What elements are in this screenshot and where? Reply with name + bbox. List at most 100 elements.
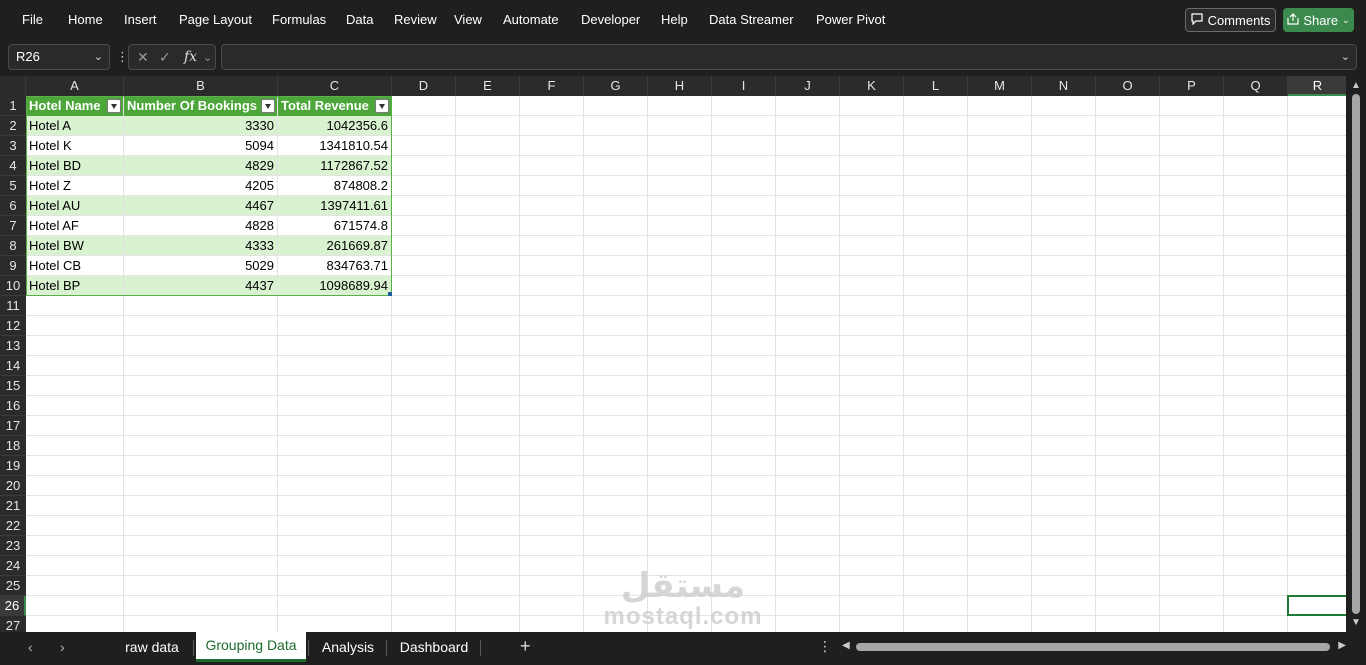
table-cell-hotel-name[interactable]: Hotel AU: [26, 196, 123, 215]
row-header-26[interactable]: 26: [0, 596, 26, 616]
menu-page-layout[interactable]: Page Layout: [179, 12, 252, 27]
sheet-tab-raw-data[interactable]: raw data: [112, 632, 192, 662]
row-header-4[interactable]: 4: [0, 156, 26, 176]
vertical-scrollbar[interactable]: ▲ ▼: [1346, 76, 1366, 632]
menu-automate[interactable]: Automate: [503, 12, 559, 27]
row-header-13[interactable]: 13: [0, 336, 26, 356]
table-cell-number-of-bookings[interactable]: 4437: [124, 276, 277, 295]
table-cell-number-of-bookings[interactable]: 4829: [124, 156, 277, 175]
column-header-n[interactable]: N: [1032, 76, 1096, 96]
menu-file[interactable]: File: [22, 12, 43, 27]
row-header-2[interactable]: 2: [0, 116, 26, 136]
cancel-icon[interactable]: ✕: [137, 49, 149, 66]
active-cell-selection[interactable]: [1287, 595, 1346, 616]
row-header-12[interactable]: 12: [0, 316, 26, 336]
column-header-r[interactable]: R: [1288, 76, 1346, 96]
table-cell-hotel-name[interactable]: Hotel Z: [26, 176, 123, 195]
column-header-o[interactable]: O: [1096, 76, 1160, 96]
menu-review[interactable]: Review: [394, 12, 437, 27]
column-header-h[interactable]: H: [648, 76, 712, 96]
table-cell-number-of-bookings[interactable]: 5094: [124, 136, 277, 155]
table-cell-total-revenue[interactable]: 1042356.6: [278, 116, 391, 135]
sheet-tab-grouping-data[interactable]: Grouping Data: [196, 632, 306, 662]
check-icon[interactable]: ✓: [159, 49, 171, 66]
menu-data-streamer[interactable]: Data Streamer: [709, 12, 794, 27]
insert-function-icon[interactable]: fx: [184, 49, 197, 65]
row-header-22[interactable]: 22: [0, 516, 26, 536]
table-cell-hotel-name[interactable]: Hotel BW: [26, 236, 123, 255]
row-header-7[interactable]: 7: [0, 216, 26, 236]
prev-sheet-icon[interactable]: ‹: [28, 639, 33, 655]
table-cell-hotel-name[interactable]: Hotel BP: [26, 276, 123, 295]
table-cell-total-revenue[interactable]: 874808.2: [278, 176, 391, 195]
horizontal-scroll-thumb[interactable]: [856, 643, 1330, 651]
chevron-down-icon[interactable]: ⌄: [203, 51, 212, 64]
row-header-19[interactable]: 19: [0, 456, 26, 476]
row-header-6[interactable]: 6: [0, 196, 26, 216]
scroll-up-icon[interactable]: ▲: [1351, 80, 1361, 91]
table-cell-hotel-name[interactable]: Hotel AF: [26, 216, 123, 235]
menu-insert[interactable]: Insert: [124, 12, 157, 27]
share-button[interactable]: Share ⌄: [1283, 8, 1354, 32]
table-cell-total-revenue[interactable]: 1098689.94: [278, 276, 391, 295]
row-header-17[interactable]: 17: [0, 416, 26, 436]
column-header-j[interactable]: J: [776, 76, 840, 96]
table-cell-number-of-bookings[interactable]: 4467: [124, 196, 277, 215]
table-cell-hotel-name[interactable]: Hotel BD: [26, 156, 123, 175]
add-sheet-icon[interactable]: +: [520, 636, 531, 657]
table-cell-hotel-name[interactable]: Hotel K: [26, 136, 123, 155]
column-header-c[interactable]: C: [278, 76, 392, 96]
filter-dropdown-icon[interactable]: [261, 99, 275, 113]
column-header-i[interactable]: I: [712, 76, 776, 96]
column-header-b[interactable]: B: [124, 76, 278, 96]
row-header-15[interactable]: 15: [0, 376, 26, 396]
table-cell-total-revenue[interactable]: 1172867.52: [278, 156, 391, 175]
column-header-m[interactable]: M: [968, 76, 1032, 96]
row-header-21[interactable]: 21: [0, 496, 26, 516]
row-header-25[interactable]: 25: [0, 576, 26, 596]
column-header-g[interactable]: G: [584, 76, 648, 96]
table-cell-total-revenue[interactable]: 261669.87: [278, 236, 391, 255]
menu-help[interactable]: Help: [661, 12, 688, 27]
name-box[interactable]: R26 ⌄: [8, 44, 110, 70]
row-header-14[interactable]: 14: [0, 356, 26, 376]
table-resize-handle[interactable]: [388, 292, 392, 296]
table-cell-number-of-bookings[interactable]: 4205: [124, 176, 277, 195]
table-cell-total-revenue[interactable]: 1341810.54: [278, 136, 391, 155]
menu-developer[interactable]: Developer: [581, 12, 640, 27]
menu-home[interactable]: Home: [68, 12, 103, 27]
row-header-11[interactable]: 11: [0, 296, 26, 316]
column-header-f[interactable]: F: [520, 76, 584, 96]
table-cell-total-revenue[interactable]: 671574.8: [278, 216, 391, 235]
row-header-24[interactable]: 24: [0, 556, 26, 576]
column-header-e[interactable]: E: [456, 76, 520, 96]
more-options-icon[interactable]: ⋮: [818, 638, 832, 655]
table-cell-number-of-bookings[interactable]: 3330: [124, 116, 277, 135]
table-cell-hotel-name[interactable]: Hotel CB: [26, 256, 123, 275]
expand-formula-icon[interactable]: ⌄: [1341, 50, 1350, 63]
row-header-10[interactable]: 10: [0, 276, 26, 296]
next-sheet-icon[interactable]: ›: [60, 639, 65, 655]
column-header-k[interactable]: K: [840, 76, 904, 96]
horizontal-scrollbar[interactable]: ◀ ▶: [840, 638, 1348, 656]
row-header-18[interactable]: 18: [0, 436, 26, 456]
column-header-l[interactable]: L: [904, 76, 968, 96]
scroll-left-icon[interactable]: ◀: [842, 640, 850, 651]
row-header-8[interactable]: 8: [0, 236, 26, 256]
row-header-20[interactable]: 20: [0, 476, 26, 496]
table-cell-hotel-name[interactable]: Hotel A: [26, 116, 123, 135]
row-header-9[interactable]: 9: [0, 256, 26, 276]
row-header-1[interactable]: 1: [0, 96, 26, 116]
select-all-corner[interactable]: [0, 76, 26, 96]
row-header-5[interactable]: 5: [0, 176, 26, 196]
column-header-a[interactable]: A: [26, 76, 124, 96]
worksheet-grid[interactable]: A B C D E F G H I J K L M N O P Q R 1 2 3 4 5 6 7 8 9 10 11 12 13 14 15 1…: [0, 76, 1346, 632]
formula-input[interactable]: ⌄: [221, 44, 1357, 70]
menu-power-pivot[interactable]: Power Pivot: [816, 12, 885, 27]
row-header-16[interactable]: 16: [0, 396, 26, 416]
filter-dropdown-icon[interactable]: [375, 99, 389, 113]
sheet-tab-analysis[interactable]: Analysis: [312, 632, 384, 662]
row-header-27[interactable]: 27: [0, 616, 26, 632]
table-cell-number-of-bookings[interactable]: 4333: [124, 236, 277, 255]
table-cell-total-revenue[interactable]: 1397411.61: [278, 196, 391, 215]
